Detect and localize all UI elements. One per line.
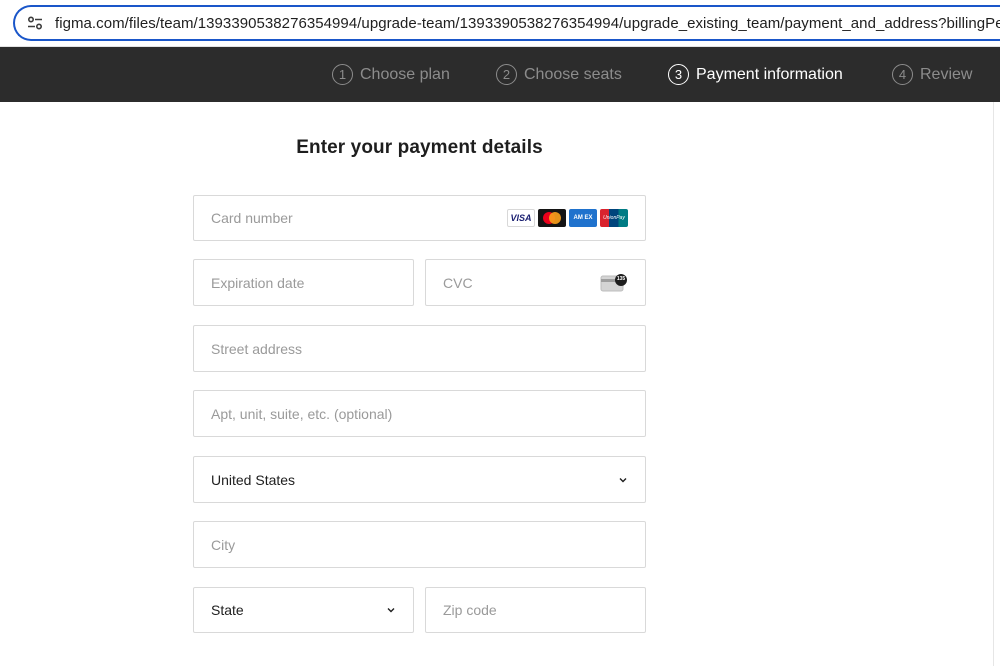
amex-logo-text: AM EX (573, 215, 593, 221)
cvc-icon-label: 135 (616, 275, 626, 282)
step-label: Choose seats (524, 65, 622, 83)
visa-logo-text: VISA (510, 213, 532, 223)
cvc-input[interactable]: CVC 135 (425, 259, 646, 306)
step-payment-information[interactable]: 3 Payment information (668, 47, 843, 102)
site-settings-icon[interactable] (15, 7, 55, 39)
step-number: 2 (496, 64, 517, 85)
city-input[interactable]: City (193, 521, 646, 568)
step-label: Review (920, 65, 973, 83)
zip-code-input[interactable]: Zip code (425, 587, 646, 633)
visa-logo-icon: VISA (507, 209, 535, 227)
content-divider (993, 102, 994, 666)
state-value: State (211, 602, 244, 618)
card-number-input[interactable]: Card number VISA AM EX UnionPay (193, 195, 646, 241)
step-label: Choose plan (360, 65, 450, 83)
step-label: Payment information (696, 65, 843, 83)
card-brands: VISA AM EX UnionPay (507, 209, 628, 227)
street-placeholder: Street address (211, 340, 303, 357)
address-bar[interactable]: figma.com/files/team/1393390538276354994… (13, 5, 1000, 41)
city-placeholder: City (211, 536, 236, 553)
apt-unit-input[interactable]: Apt, unit, suite, etc. (optional) (193, 390, 646, 437)
country-value: United States (211, 471, 296, 488)
chevron-down-icon (387, 608, 395, 613)
browser-address-bar-area: figma.com/files/team/1393390538276354994… (0, 0, 1000, 47)
page-title: Enter your payment details (296, 137, 543, 158)
step-number: 3 (668, 64, 689, 85)
step-choose-seats[interactable]: 2 Choose seats (496, 47, 622, 102)
expiration-placeholder: Expiration date (211, 274, 305, 291)
country-select[interactable]: United States (193, 456, 646, 503)
expiration-date-input[interactable]: Expiration date (193, 259, 414, 306)
card-number-placeholder: Card number (211, 210, 293, 226)
unionpay-logo-text: UnionPay (603, 215, 625, 221)
zip-placeholder: Zip code (443, 602, 497, 618)
step-choose-plan[interactable]: 1 Choose plan (332, 47, 450, 102)
mastercard-logo-icon (538, 209, 566, 227)
url-text[interactable]: figma.com/files/team/1393390538276354994… (55, 15, 1000, 32)
cvc-placeholder: CVC (443, 274, 473, 291)
step-number: 4 (892, 64, 913, 85)
checkout-steps-bar: 1 Choose plan 2 Choose seats 3 Payment i… (0, 47, 1000, 102)
amex-logo-icon: AM EX (569, 209, 597, 227)
unionpay-logo-icon: UnionPay (600, 209, 628, 227)
street-address-input[interactable]: Street address (193, 325, 646, 372)
apt-placeholder: Apt, unit, suite, etc. (optional) (211, 405, 393, 422)
state-select[interactable]: State (193, 587, 414, 633)
cvc-card-icon: 135 (600, 273, 628, 293)
step-number: 1 (332, 64, 353, 85)
chevron-down-icon (619, 477, 627, 482)
step-review[interactable]: 4 Review (892, 47, 972, 102)
